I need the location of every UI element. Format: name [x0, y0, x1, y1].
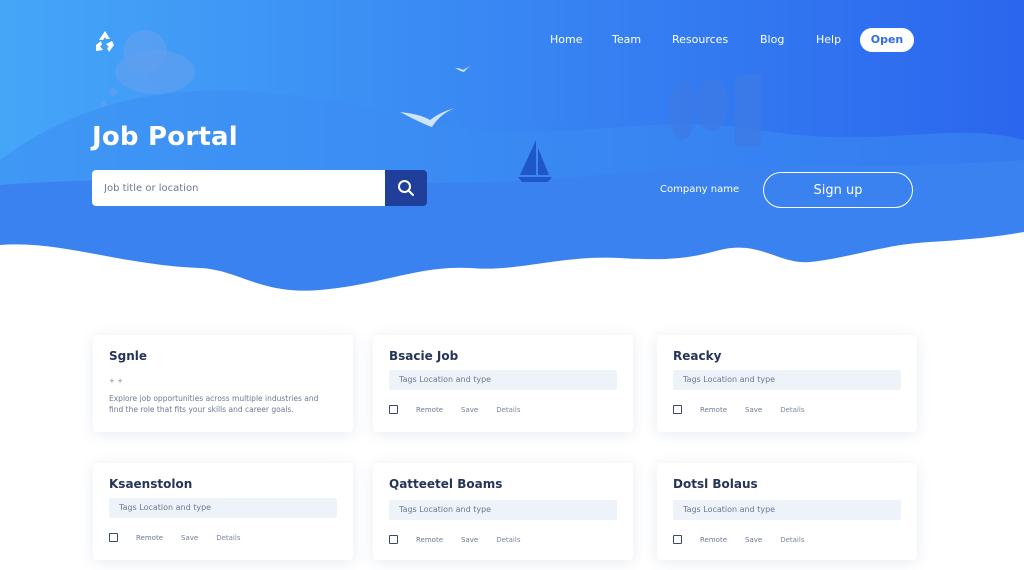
- nav-home[interactable]: Home: [550, 29, 582, 51]
- card-meta-remote: Remote: [416, 405, 444, 414]
- card-meta-remote: Remote: [700, 535, 728, 544]
- card-meta-remote: Remote: [416, 535, 444, 544]
- card-meta-save[interactable]: Save: [461, 536, 478, 544]
- card-tag-row: Tags Location and type: [673, 370, 901, 390]
- card-tag-row: Tags Location and type: [109, 498, 337, 518]
- search-icon: [398, 180, 414, 196]
- job-card[interactable]: Reacky Tags Location and type Remote Sav…: [657, 335, 917, 432]
- card-meta-save[interactable]: Save: [745, 536, 762, 544]
- card-title: Ksaenstolon: [109, 477, 193, 491]
- job-card[interactable]: Sgnle + + Explore job opportunities acro…: [93, 335, 353, 432]
- card-title: Reacky: [673, 349, 722, 363]
- checkbox[interactable]: [673, 405, 682, 414]
- nav-blog[interactable]: Blog: [760, 29, 784, 51]
- signup-button[interactable]: Sign up: [763, 172, 913, 208]
- job-card[interactable]: Dotsl Bolaus Tags Location and type Remo…: [657, 463, 917, 560]
- job-card[interactable]: Ksaenstolon Tags Location and type Remot…: [93, 463, 353, 560]
- card-title: Sgnle: [109, 349, 148, 363]
- card-title: Qatteetel Boams: [389, 477, 503, 491]
- card-meta: Remote Save Details: [673, 405, 901, 414]
- search-input[interactable]: [92, 170, 385, 206]
- card-tag-row: Tags Location and type: [389, 370, 617, 390]
- card-description: Explore job opportunities across multipl…: [109, 394, 319, 414]
- card-tag-row: Tags Location and type: [673, 500, 901, 520]
- job-card[interactable]: Bsacie Job Tags Location and type Remote…: [373, 335, 633, 432]
- checkbox[interactable]: [109, 533, 118, 542]
- checkbox[interactable]: [389, 535, 398, 544]
- card-meta-save[interactable]: Save: [745, 406, 762, 414]
- recycle-logo-icon[interactable]: [92, 28, 118, 54]
- checkbox[interactable]: [389, 405, 398, 414]
- page-title: Job Portal: [92, 122, 238, 152]
- card-meta-details[interactable]: Details: [216, 534, 240, 542]
- card-title: Dotsl Bolaus: [673, 477, 758, 491]
- card-meta-save[interactable]: Save: [461, 406, 478, 414]
- card-meta-remote: Remote: [136, 533, 164, 542]
- job-card[interactable]: Qatteetel Boams Tags Location and type R…: [373, 463, 633, 560]
- card-meta: Remote Save Details: [389, 535, 617, 544]
- nav-help[interactable]: Help: [816, 29, 841, 51]
- nav-resources[interactable]: Resources: [672, 29, 728, 51]
- card-meta-details[interactable]: Details: [496, 536, 520, 544]
- nav-team[interactable]: Team: [612, 29, 641, 51]
- card-subline: + +: [109, 377, 123, 385]
- nav-cta-button[interactable]: Open: [860, 28, 914, 52]
- card-tag-row: Tags Location and type: [389, 500, 617, 520]
- search-button[interactable]: [385, 170, 427, 206]
- card-title: Bsacie Job: [389, 349, 459, 363]
- company-hint-text: Company name: [660, 184, 740, 195]
- card-meta: Remote Save Details: [109, 533, 337, 542]
- search-bar: [92, 170, 427, 206]
- card-meta-save[interactable]: Save: [181, 534, 198, 542]
- checkbox[interactable]: [673, 535, 682, 544]
- card-meta-remote: Remote: [700, 405, 728, 414]
- hero-banner: Home Team Resources Blog Help Open Job P…: [0, 0, 1024, 300]
- card-meta: Remote Save Details: [673, 535, 901, 544]
- card-meta-details[interactable]: Details: [780, 536, 804, 544]
- card-meta: Remote Save Details: [389, 405, 617, 414]
- card-meta-details[interactable]: Details: [496, 406, 520, 414]
- card-meta-details[interactable]: Details: [780, 406, 804, 414]
